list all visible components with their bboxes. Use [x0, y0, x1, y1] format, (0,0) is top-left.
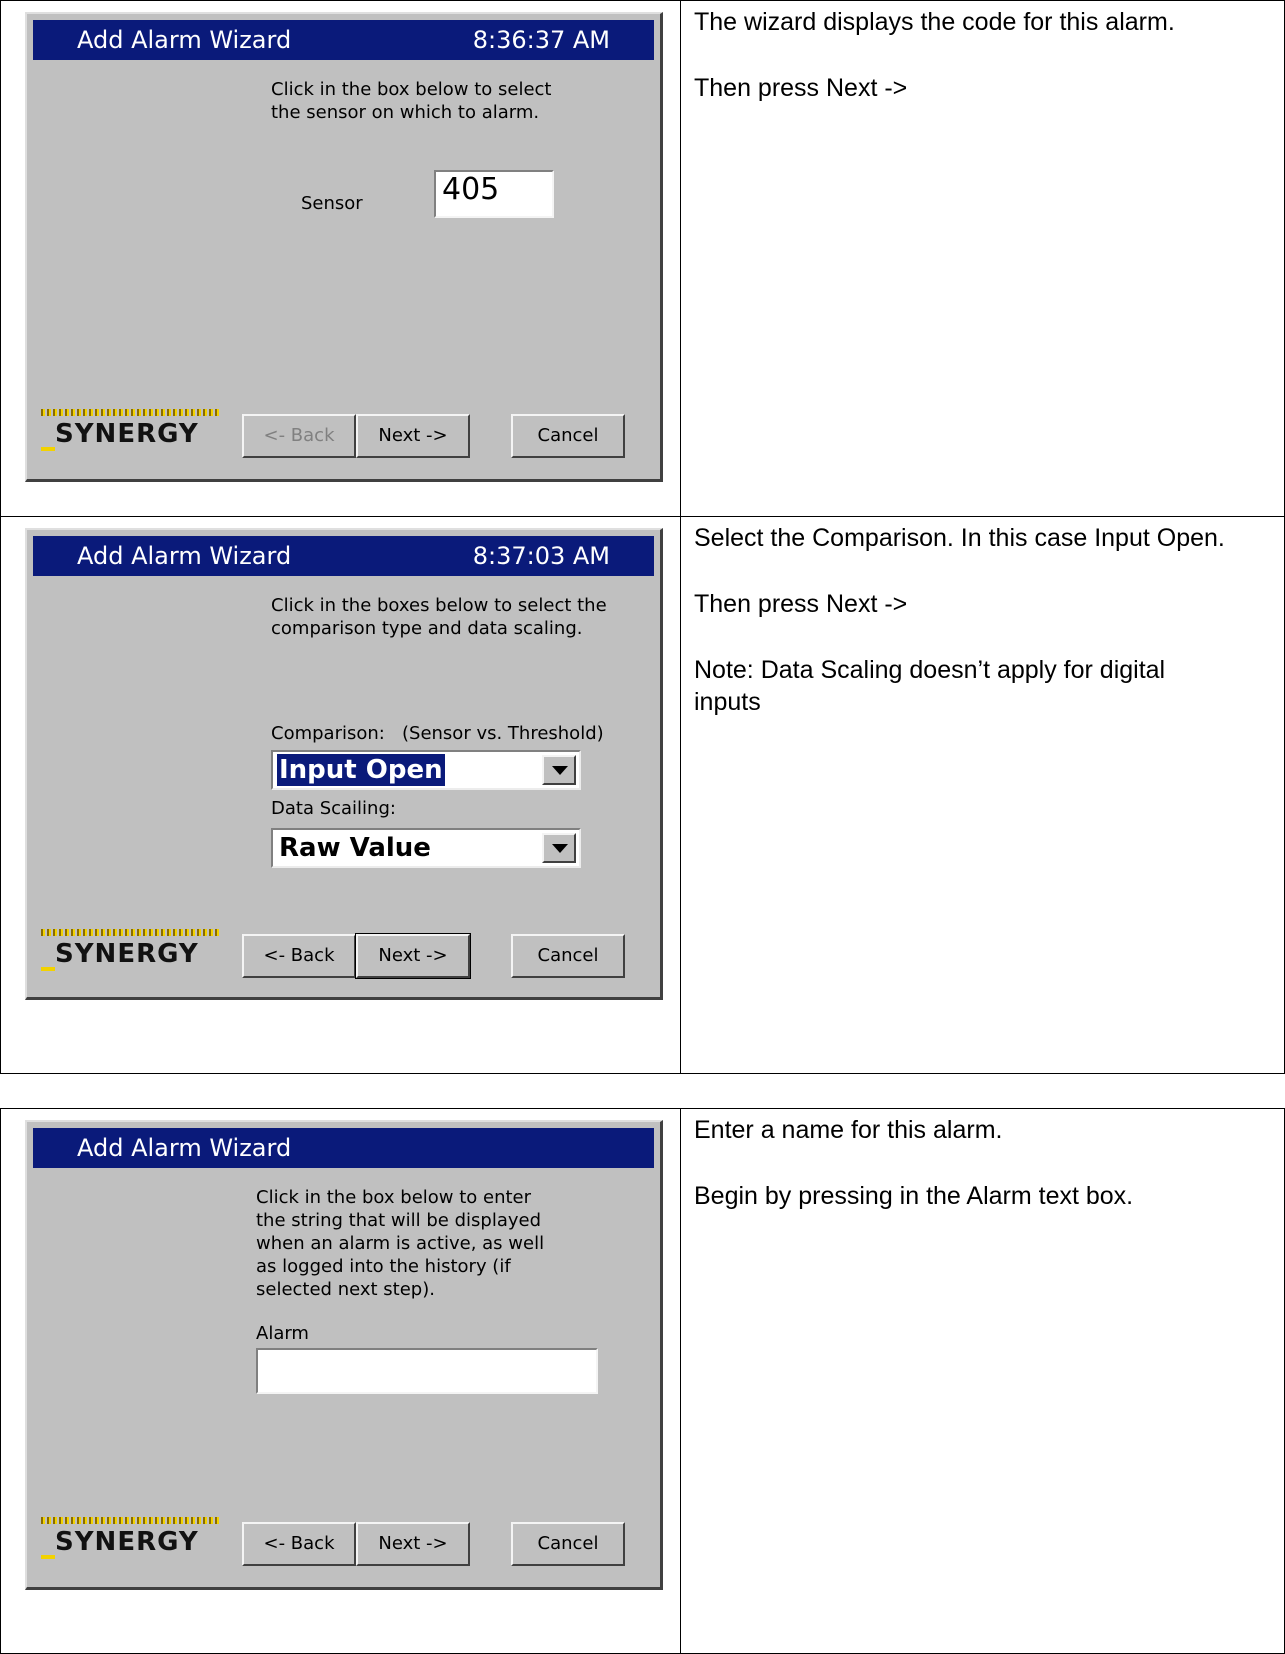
instruction-text: Click in the boxes below to select the c… — [271, 595, 607, 639]
clock: 8:36:37 AM — [472, 26, 610, 54]
window-title: Add Alarm Wizard — [77, 1134, 292, 1162]
alarm-text-input[interactable] — [256, 1348, 598, 1394]
clock: 8:37:03 AM — [472, 542, 610, 570]
instruction-text: Click in the box below to select the sen… — [271, 79, 552, 123]
next-button[interactable]: Next -> — [356, 1522, 470, 1566]
instruction-text: Click in the box below to enter the stri… — [256, 1187, 545, 1300]
chevron-down-icon[interactable] — [542, 833, 576, 863]
wizard-window-sensor: Add Alarm Wizard 8:36:37 AM Click in the… — [25, 12, 663, 482]
cancel-button[interactable]: Cancel — [511, 934, 625, 978]
scaling-select[interactable]: Raw Value — [271, 828, 581, 868]
chevron-down-icon[interactable] — [542, 755, 576, 785]
cancel-button[interactable]: Cancel — [511, 1522, 625, 1566]
synergy-logo: SYNERGY — [37, 407, 222, 457]
back-button[interactable]: <- Back — [242, 414, 356, 458]
back-button[interactable]: <- Back — [242, 1522, 356, 1566]
wizard-window-alarm-name: Add Alarm Wizard Click in the box below … — [25, 1120, 663, 1590]
wizard-window-comparison: Add Alarm Wizard 8:37:03 AM Click in the… — [25, 528, 663, 1000]
next-button[interactable]: Next -> — [355, 933, 471, 979]
comparison-select[interactable]: Input Open — [271, 750, 581, 790]
cancel-button[interactable]: Cancel — [511, 414, 625, 458]
title-bar: Add Alarm Wizard — [33, 1128, 654, 1168]
sensor-label: Sensor — [301, 193, 363, 214]
synergy-logo: SYNERGY — [37, 1515, 222, 1565]
alarm-label: Alarm — [256, 1323, 309, 1344]
synergy-logo: SYNERGY — [37, 927, 222, 977]
next-button[interactable]: Next -> — [356, 414, 470, 458]
back-button[interactable]: <- Back — [242, 934, 356, 978]
title-bar: Add Alarm Wizard 8:36:37 AM — [33, 20, 654, 60]
sensor-input[interactable]: 405 — [434, 170, 554, 218]
window-title: Add Alarm Wizard — [77, 542, 292, 570]
step-note-3: Enter a name for this alarm. Begin by pr… — [694, 1116, 1134, 1210]
step-note-2: Select the Comparison. In this case Inpu… — [694, 524, 1225, 716]
scaling-label: Data Scailing: — [271, 798, 396, 819]
comparison-label: Comparison: (Sensor vs. Threshold) — [271, 723, 604, 744]
title-bar: Add Alarm Wizard 8:37:03 AM — [33, 536, 654, 576]
step-note-1: The wizard displays the code for this al… — [694, 8, 1175, 102]
window-title: Add Alarm Wizard — [77, 26, 292, 54]
